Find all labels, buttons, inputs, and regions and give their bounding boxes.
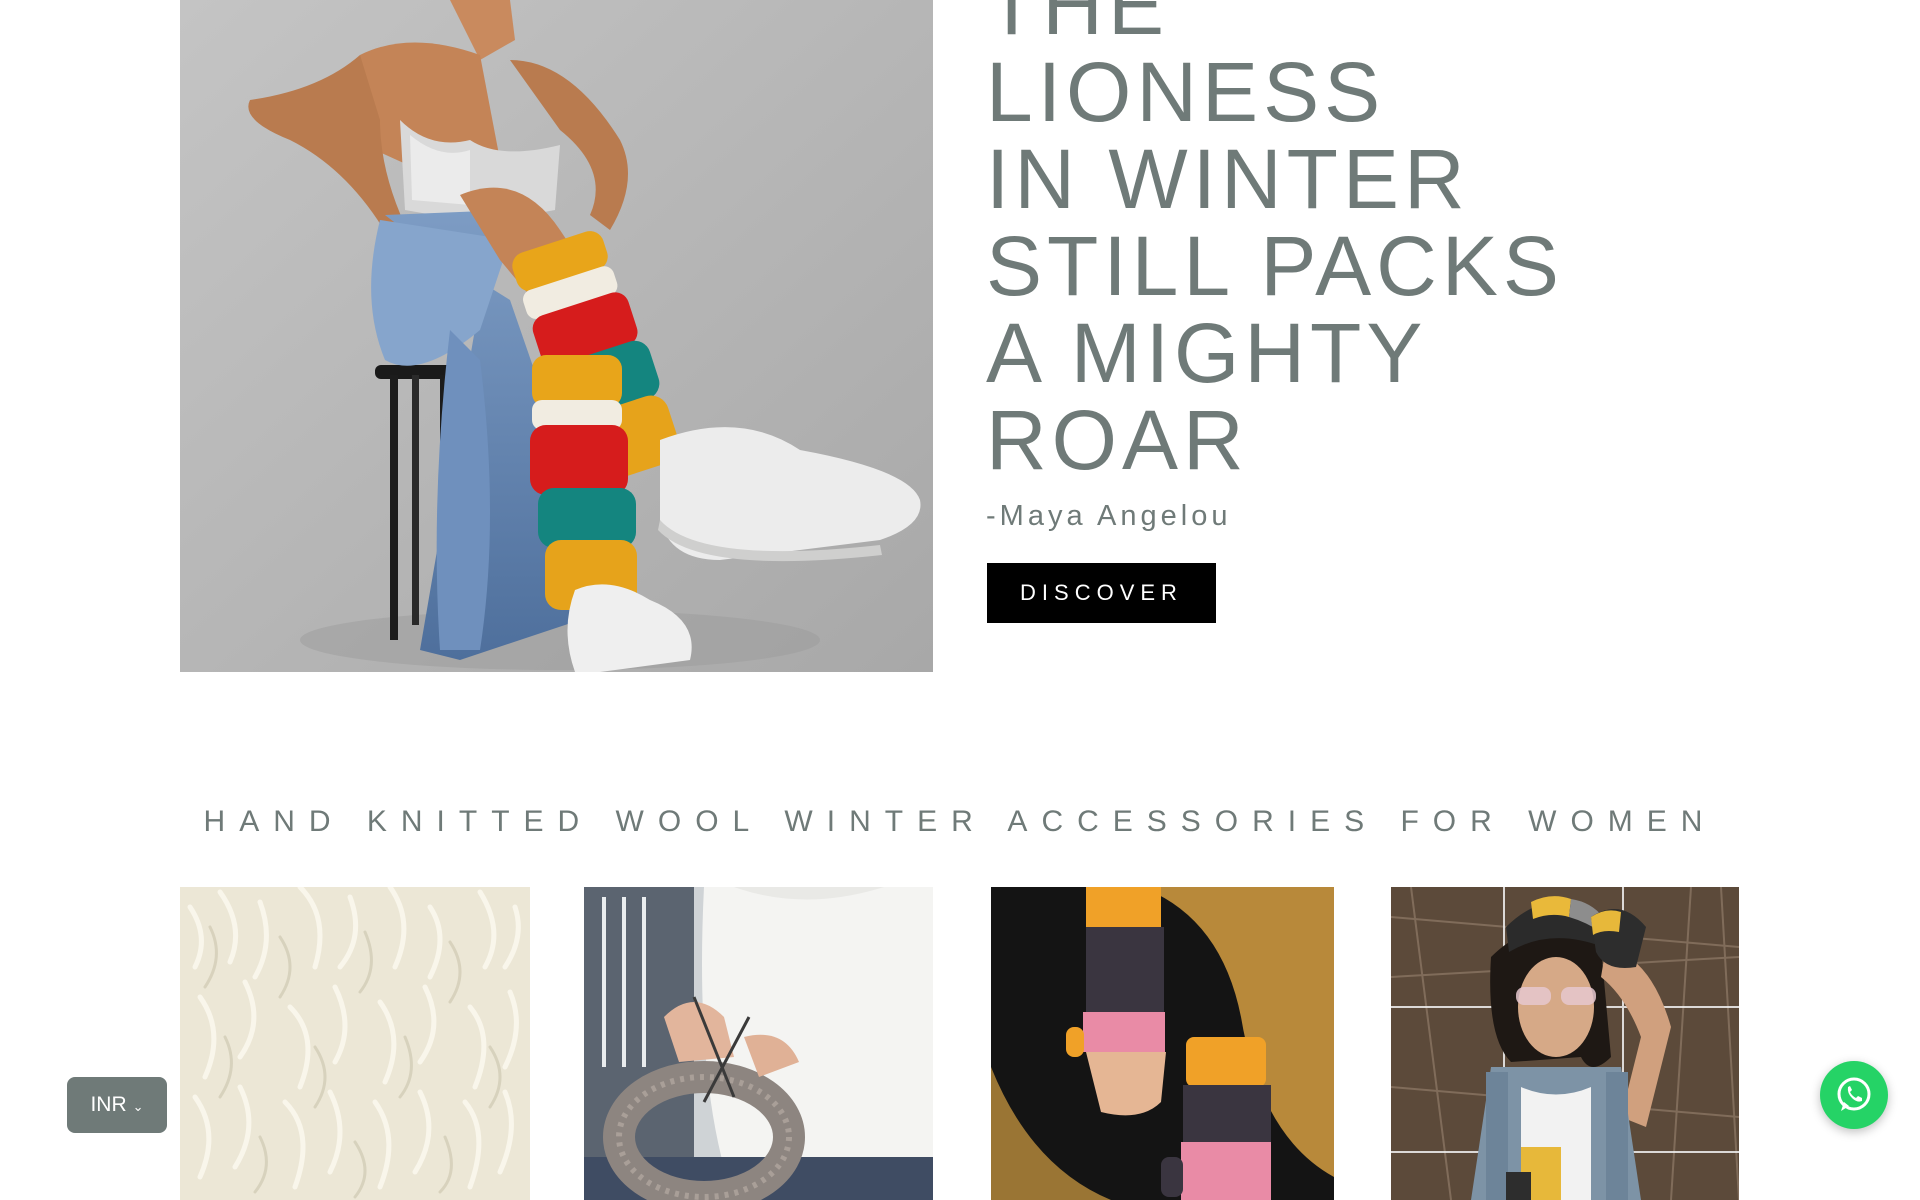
wool-texture-image <box>180 887 530 1200</box>
gloves-image <box>991 887 1334 1200</box>
winter-cap-image <box>1391 887 1739 1200</box>
currency-selector[interactable]: INR ⌄ <box>67 1077 167 1133</box>
knitting-image <box>584 887 933 1200</box>
product-card-wool-texture[interactable] <box>180 887 530 1200</box>
product-card-knitting[interactable] <box>584 887 933 1200</box>
discover-button[interactable]: DISCOVER <box>987 563 1216 623</box>
hero-quote-author: -Maya Angelou <box>986 500 1232 532</box>
chevron-down-icon: ⌄ <box>132 1098 144 1114</box>
whatsapp-chat-button[interactable] <box>1820 1061 1888 1129</box>
whatsapp-icon <box>1837 1077 1871 1111</box>
product-card-winter-cap[interactable] <box>1391 887 1739 1200</box>
hero-quote-line: ROAR <box>986 393 1249 487</box>
hero-quote-line: LIONESS <box>986 45 1386 139</box>
section-title: HAND KNITTED WOOL WINTER ACCESSORIES FOR… <box>203 805 1717 838</box>
hero-image <box>180 0 933 672</box>
hero-quote-line: THE <box>986 0 1169 52</box>
product-card-fingerless-gloves[interactable] <box>991 887 1334 1200</box>
hero-quote-line: A MIGHTY <box>986 306 1428 400</box>
page: THE LIONESS IN WINTER STILL PACKS A MIGH… <box>0 0 1920 1200</box>
currency-label: INR <box>90 1093 127 1116</box>
hero-quote-line: STILL PACKS <box>986 219 1564 313</box>
hero-quote: THE LIONESS IN WINTER STILL PACKS A MIGH… <box>986 0 1564 484</box>
hero-quote-line: IN WINTER <box>986 132 1470 226</box>
